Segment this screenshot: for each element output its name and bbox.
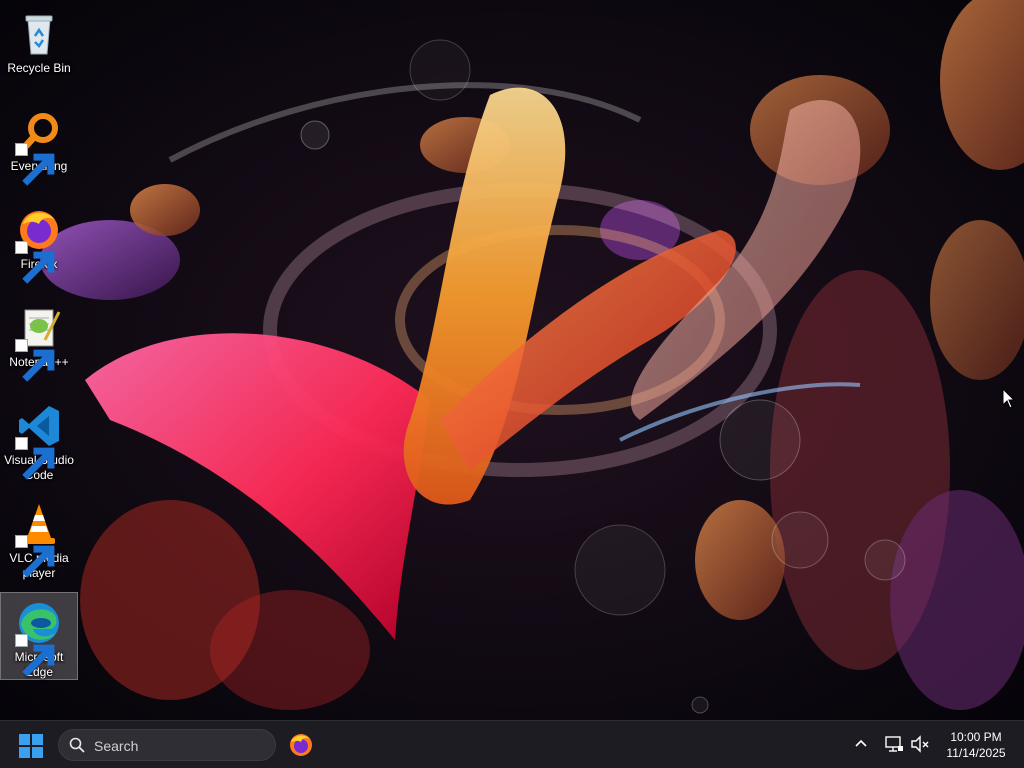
volume-button[interactable] (910, 734, 930, 754)
clock[interactable]: 10:00 PM 11/14/2025 (936, 729, 1016, 761)
clock-date: 11/14/2025 (946, 746, 1006, 760)
volume-muted-icon (911, 735, 929, 753)
desktop-icon-firefox[interactable]: Firefox (0, 200, 78, 288)
desktop-icon-vlc[interactable]: VLC media player (0, 494, 78, 582)
vlc-icon (15, 500, 63, 578)
search-icon (69, 737, 85, 753)
shortcut-arrow-icon (15, 634, 55, 677)
shortcut-arrow-icon (15, 535, 55, 578)
firefox-icon (290, 734, 312, 756)
shortcut-arrow-icon (15, 241, 55, 284)
desktop-icon-vscode[interactable]: Visual Studio Code (0, 396, 78, 484)
chevron-up-icon (855, 739, 867, 747)
show-hidden-icons-button[interactable] (852, 735, 870, 753)
desktop: Recycle Bin Everything Firefox Notepad++… (0, 0, 1024, 720)
shortcut-arrow-icon (15, 339, 55, 382)
everything-icon (15, 108, 63, 186)
notepad-plus-plus-icon (15, 304, 63, 382)
clock-time: 10:00 PM (950, 730, 1002, 744)
windows-logo-icon (19, 734, 43, 758)
desktop-icon-label: Recycle Bin (7, 61, 71, 75)
mouse-cursor-icon (1002, 388, 1016, 409)
shortcut-arrow-icon (15, 143, 55, 186)
desktop-icon-recycle-bin[interactable]: Recycle Bin (0, 4, 78, 92)
vscode-icon (15, 402, 63, 480)
network-button[interactable] (884, 734, 904, 754)
network-icon (885, 736, 903, 752)
taskbar: Search 10:00 PM 11/14/2025 (0, 720, 1024, 768)
taskbar-search-box[interactable]: Search (58, 729, 276, 761)
desktop-icon-edge[interactable]: Microsoft Edge (0, 592, 78, 680)
recycle-bin-icon (15, 10, 63, 58)
taskbar-app-firefox[interactable] (288, 732, 314, 758)
desktop-icon-everything[interactable]: Everything (0, 102, 78, 190)
start-button[interactable] (18, 733, 44, 759)
firefox-icon (15, 206, 63, 284)
desktop-icon-notepad-plus-plus[interactable]: Notepad++ (0, 298, 78, 386)
search-placeholder: Search (94, 738, 139, 754)
shortcut-arrow-icon (15, 437, 55, 480)
edge-icon (15, 599, 63, 677)
